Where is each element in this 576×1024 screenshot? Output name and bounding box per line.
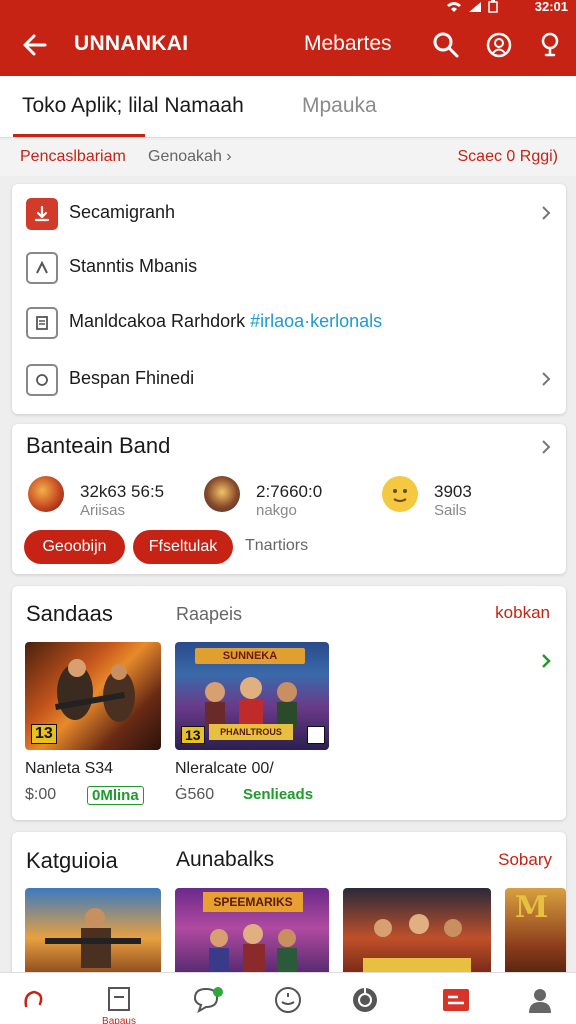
band-user[interactable]: 32k63 56:5 Ariisas: [28, 476, 198, 524]
band-plain-link[interactable]: Tnartiors: [245, 537, 308, 555]
chat-icon[interactable]: [190, 983, 226, 1017]
document-icon: [26, 307, 58, 339]
breadcrumb-primary[interactable]: Pencaslbariam: [20, 148, 126, 166]
avatar: [204, 476, 240, 512]
game-banner: SUNNEKA: [195, 648, 305, 664]
age-rating-badge: 13: [31, 724, 57, 744]
band-card: Banteain Band 32k63 56:5 Ariisas 2:7660:…: [12, 424, 566, 574]
tile-banner: M: [515, 890, 549, 925]
chevron-right-icon: [540, 204, 552, 222]
menu-item-label: Manldcakoa Rarhdork #irlaoa·kerlonals: [69, 311, 382, 332]
nav-label-store: Bapaus: [102, 1016, 136, 1024]
age-rating-badge: 13: [181, 726, 205, 744]
game-caption: PHANLTROUS: [209, 724, 293, 740]
breadcrumb-right-link[interactable]: Scaec 0 Rggi): [458, 148, 559, 166]
list-icon[interactable]: [438, 983, 474, 1017]
band-user[interactable]: 2:7660:0 nakgo: [204, 476, 374, 524]
arrow-up-icon: [26, 252, 58, 284]
game-title[interactable]: Nanleta S34: [25, 760, 113, 778]
categories-title: Katguioia: [26, 848, 118, 873]
game-tag: Senlieads: [243, 786, 314, 803]
menu-item-status[interactable]: Stanntis Mbanis: [12, 242, 566, 292]
menu-card: Secamigranh Stanntis Mbanis Manldcakoa R…: [12, 184, 566, 414]
tab-secondary[interactable]: Mpauka: [302, 94, 377, 118]
store-icon[interactable]: [101, 983, 137, 1017]
menu-item-download[interactable]: Secamigranh: [12, 188, 566, 238]
menu-item-label: Secamigranh: [69, 202, 176, 222]
band-pill-button[interactable]: Ffseltulak: [133, 530, 233, 564]
band-title: Banteain Band: [26, 433, 171, 458]
tab-store[interactable]: Toko Aplik; lilal Namaah: [22, 94, 244, 118]
menu-item-circle[interactable]: Bespan Fhinedi: [12, 354, 566, 404]
battery-icon: [488, 0, 498, 16]
tile-banner: SPEEMARIKS: [203, 892, 303, 912]
search-icon[interactable]: [431, 30, 461, 60]
band-user[interactable]: 3903 Sails: [382, 476, 532, 524]
band-user-sub: Sails: [434, 502, 467, 519]
categories-card: Katguioia Aunabalks Sobary SPEEMARIKS M: [12, 832, 566, 992]
menu-item-text: Manldcakoa Rarhdork: [69, 311, 246, 331]
game-price: $:00: [25, 786, 57, 803]
games-more-link[interactable]: kobkan: [495, 603, 550, 623]
smiley-icon: [382, 476, 418, 512]
back-arrow-icon[interactable]: [20, 30, 50, 60]
circle-icon: [26, 364, 58, 396]
band-pill-button[interactable]: Geoobijn: [24, 530, 125, 564]
rating-icon: [307, 726, 325, 744]
game-thumbnail[interactable]: SUNNEKA PHANLTROUS 13: [175, 642, 329, 750]
status-time: 32:01: [534, 0, 568, 14]
game-price: Ġ560: [175, 786, 215, 803]
home-icon[interactable]: [16, 983, 52, 1017]
band-user-name: 3903: [434, 482, 472, 501]
games-icon[interactable]: [347, 983, 383, 1017]
signal-icon: [468, 1, 482, 16]
band-user-name: 2:7660:0: [256, 482, 323, 501]
download-icon: [26, 198, 58, 230]
status-bar: 32:01: [0, 0, 576, 16]
band-user-sub: nakgo: [256, 502, 297, 519]
menu-item-document[interactable]: Manldcakoa Rarhdork #irlaoa·kerlonals: [12, 297, 566, 347]
chevron-right-icon: [540, 370, 552, 388]
breadcrumb-secondary[interactable]: Genoakah ›: [148, 148, 232, 166]
chevron-right-icon[interactable]: [540, 438, 552, 461]
menu-item-link[interactable]: #irlaoa·kerlonals: [250, 311, 382, 331]
app-bar-action[interactable]: Mebartes: [304, 32, 392, 56]
account-circle-icon[interactable]: [484, 30, 514, 60]
game-tag: 0Mlina: [87, 786, 144, 805]
menu-item-label: Stanntis Mbanis: [69, 256, 198, 276]
avatar: [28, 476, 64, 512]
games-subtitle[interactable]: Raapeis: [176, 604, 242, 625]
app-bar: UNNANKAI Mebartes: [0, 16, 576, 76]
chevron-right-icon[interactable]: [540, 652, 552, 675]
game-thumbnail[interactable]: 13: [25, 642, 161, 750]
clock-icon[interactable]: [270, 983, 306, 1017]
games-title: Sandaas: [26, 601, 113, 626]
categories-subtitle[interactable]: Aunabalks: [176, 848, 274, 872]
band-user-sub: Ariisas: [80, 502, 126, 519]
game-title[interactable]: Nleralcate 00/: [175, 760, 274, 778]
menu-item-label: Bespan Fhinedi: [69, 368, 195, 388]
categories-more-link[interactable]: Sobary: [498, 850, 552, 870]
notification-icon[interactable]: [535, 30, 565, 60]
breadcrumb: Pencaslbariam Genoakah › Scaec 0 Rggi): [0, 140, 576, 176]
tab-indicator: [13, 134, 145, 137]
band-user-name: 32k63 56:5: [80, 482, 165, 501]
games-card: Sandaas Raapeis kobkan 13 Nanleta S34 $:…: [12, 586, 566, 820]
profile-icon[interactable]: [522, 983, 558, 1017]
tab-bar: Toko Aplik; lilal Namaah Mpauka: [0, 76, 576, 138]
bottom-nav: Bapaus: [0, 972, 576, 1024]
app-title: UNNANKAI: [74, 32, 189, 55]
wifi-icon: [446, 1, 462, 16]
